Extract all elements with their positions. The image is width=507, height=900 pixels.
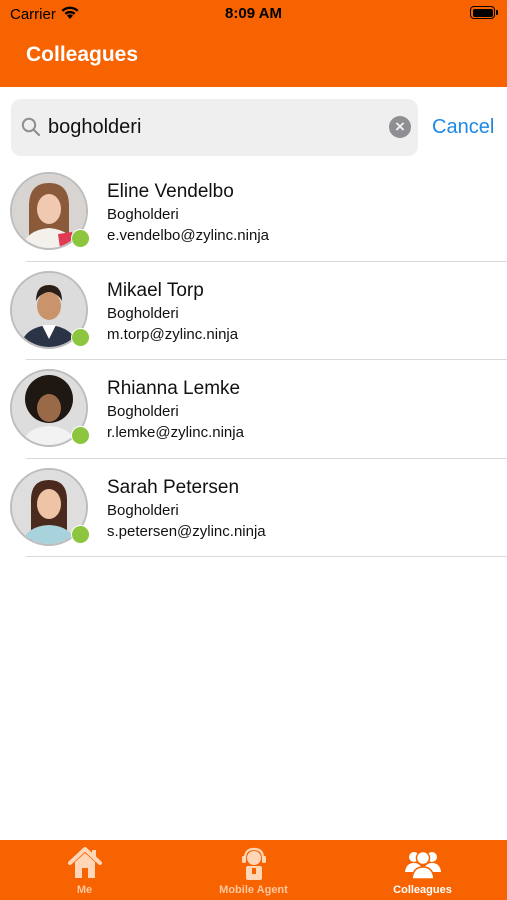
contact-row[interactable]: Eline Vendelbo Bogholderi e.vendelbo@zyl… [0, 163, 507, 262]
tab-label: Mobile Agent [219, 884, 288, 896]
house-icon [67, 846, 103, 885]
contact-name: Mikael Torp [107, 279, 204, 301]
status-bar: Carrier 8:09 AM [0, 0, 507, 28]
contact-email: m.torp@zylinc.ninja [107, 325, 239, 343]
tab-label: Colleagues [393, 884, 452, 896]
cancel-button[interactable]: Cancel [432, 116, 494, 139]
presence-indicator [71, 327, 90, 347]
tab-me[interactable]: Me [0, 840, 169, 900]
contact-name: Eline Vendelbo [107, 181, 234, 202]
tab-label: Me [76, 884, 93, 896]
contact-department: Bogholderi [107, 501, 179, 519]
contact-row[interactable]: Sarah Petersen Bogholderi s.petersen@zyl… [0, 459, 507, 557]
agent-icon [239, 846, 269, 885]
contact-email: s.petersen@zylinc.ninja [107, 522, 266, 540]
clear-search-icon[interactable]: × [389, 116, 411, 138]
tab-colleagues[interactable]: Colleagues [338, 840, 507, 900]
contact-department: Bogholderi [107, 206, 179, 223]
contact-department: Bogholderi [107, 304, 179, 322]
search-icon [21, 117, 41, 142]
presence-indicator [71, 229, 90, 248]
clock: 8:09 AM [225, 5, 282, 22]
app-header: Carrier 8:09 AM Colleagues [0, 0, 507, 87]
contact-row[interactable]: Rhianna Lemke Bogholderi r.lemke@zylinc.… [0, 360, 507, 459]
contact-row[interactable]: Mikael Torp Bogholderi m.torp@zylinc.nin… [0, 262, 507, 360]
search-input[interactable] [48, 99, 378, 156]
contact-name: Sarah Petersen [107, 476, 240, 498]
tab-bar: Me Mobile Agent Colleagues [0, 840, 507, 900]
search-bar[interactable]: × [11, 99, 418, 156]
contact-list: Eline Vendelbo Bogholderi e.vendelbo@zyl… [0, 163, 507, 557]
battery-icon [470, 6, 498, 19]
contact-name: Rhianna Lemke [107, 378, 241, 399]
contact-department: Bogholderi [107, 403, 179, 420]
presence-indicator [71, 524, 90, 544]
row-divider [26, 556, 507, 557]
contact-email: r.lemke@zylinc.ninja [107, 424, 244, 441]
page-title: Colleagues [26, 43, 139, 66]
colleagues-icon [404, 846, 442, 885]
contact-email: e.vendelbo@zylinc.ninja [107, 227, 269, 244]
presence-indicator [71, 426, 90, 445]
tab-mobile-agent[interactable]: Mobile Agent [169, 840, 338, 900]
